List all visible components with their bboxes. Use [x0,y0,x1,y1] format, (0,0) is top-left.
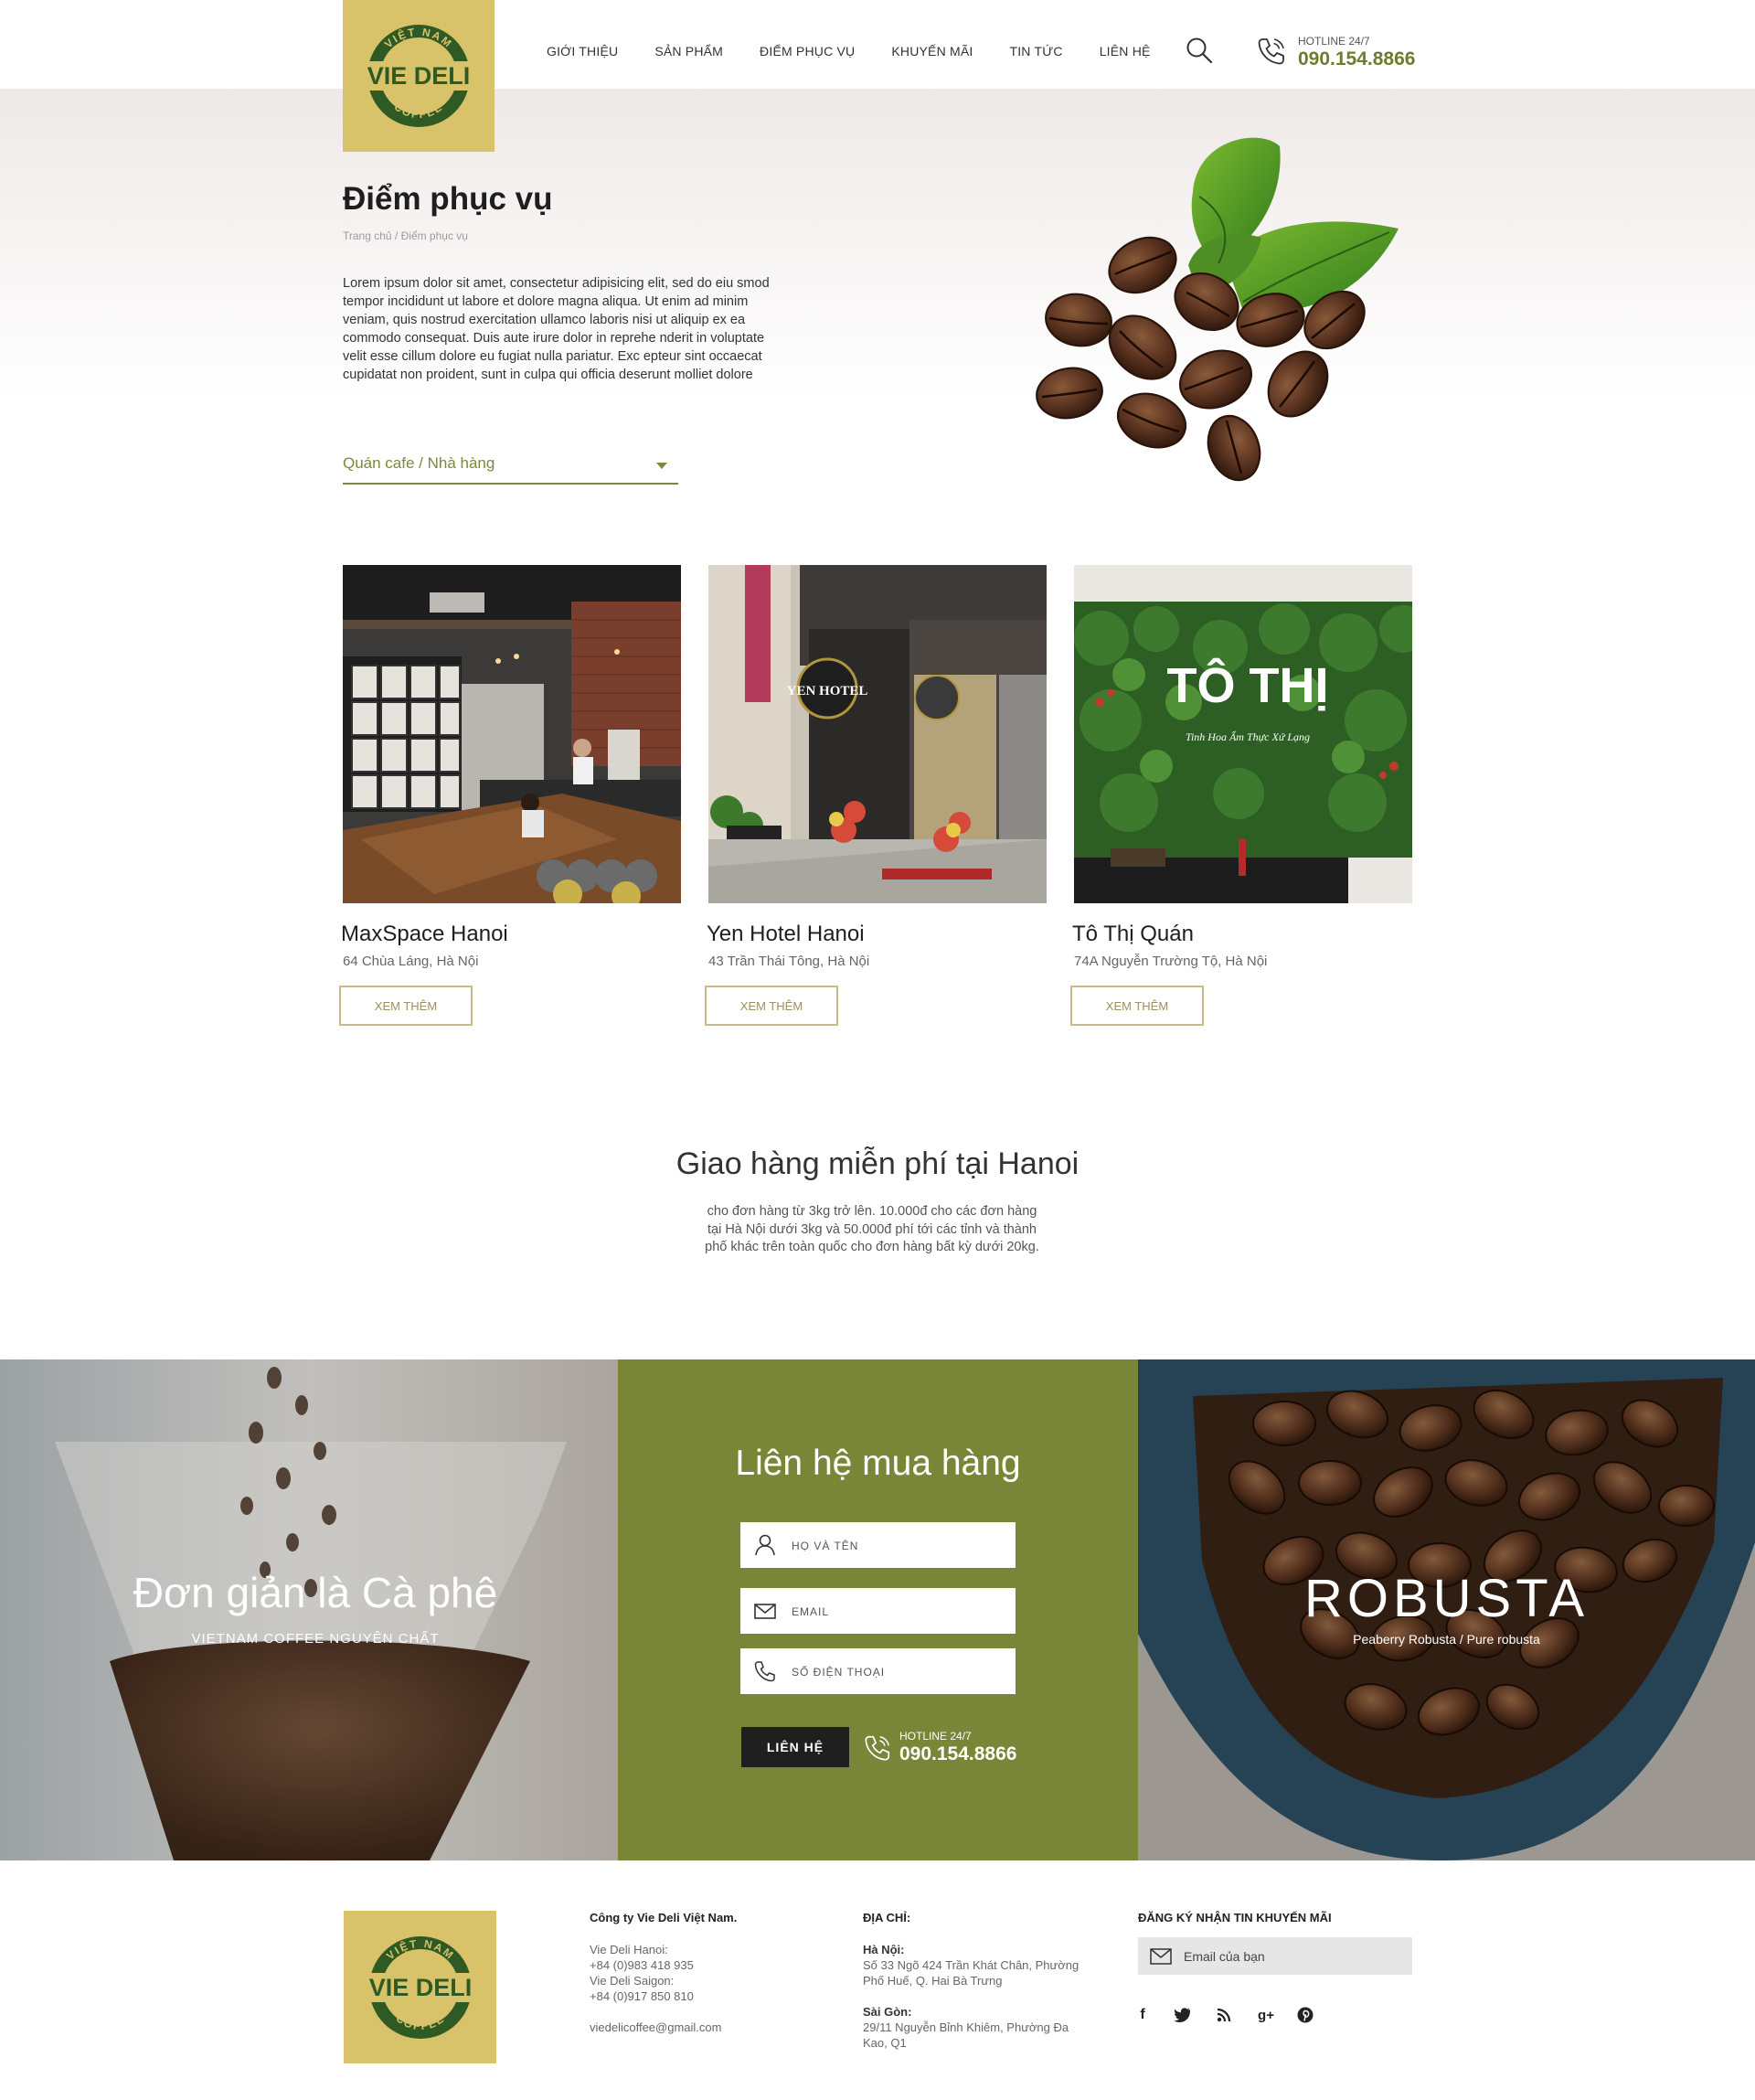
email-field[interactable]: EMAIL [740,1588,1016,1634]
hotline-label: HOTLINE 24/7 [1298,35,1370,48]
see-more-button[interactable]: XEM THÊM [705,986,838,1026]
delivery-title: Giao hàng miễn phí tại Hanoi [675,1146,1080,1181]
location-card: YEN HOTEL Yen Hotel Hanoi 43 Trần Thái T… [705,565,1047,1026]
footer-hanoi-label: Vie Deli Hanoi: [590,1943,668,1956]
svg-text:YEN HOTEL: YEN HOTEL [787,684,868,698]
location-card: TÔ THỊ Tinh Hoa Ẩm Thực Xứ Lạng Tô Thị Q… [1070,565,1412,1026]
contact-form-panel: Liên hệ mua hàng HỌ VÀ TÊN EMAIL SỐ ĐIỆN… [618,1359,1138,1860]
footer-sg-heading: Sài Gòn: [863,2005,912,2019]
rss-icon[interactable] [1213,2004,1235,2026]
breadcrumb[interactable]: Trang chủ / Điểm phục vụ [343,229,468,242]
footer-company: Công ty Vie Deli Việt Nam. Vie Deli Hano… [590,1910,809,2035]
footer-saigon-phone[interactable]: +84 (0)917 850 810 [590,1988,809,2004]
google-plus-icon[interactable]: g+ [1255,2004,1277,2026]
site-header: GIỚI THIỆU SẢN PHẨM ĐIỂM PHỤC VỤ KHUYẾN … [0,0,1755,90]
location-address: 74A Nguyễn Trường Tộ, Hà Nội [1074,954,1268,969]
newsletter-heading: ĐĂNG KÝ NHẬN TIN KHUYẾN MÃI [1138,1911,1332,1924]
nav-gioi-thieu[interactable]: GIỚI THIỆU [547,44,618,59]
nav-lien-he[interactable]: LIÊN HỆ [1100,44,1151,59]
category-select[interactable]: Quán cafe / Nhà hàng [343,452,678,485]
svg-text:Tinh Hoa Ẩm Thực Xứ Lạng: Tinh Hoa Ẩm Thực Xứ Lạng [1186,730,1310,743]
see-more-button[interactable]: XEM THÊM [339,986,473,1026]
promo-band: Đơn giản là Cà phê VIETNAM COFFEE NGUYÊN… [0,1359,1755,1860]
category-select-value: Quán cafe / Nhà hàng [343,454,495,472]
page-title: Điểm phục vụ [343,181,553,217]
footer-company-name: Công ty Vie Deli Việt Nam. [590,1911,738,1924]
footer-hn-heading: Hà Nội: [863,1943,905,1956]
logo-emblem-icon: VIỆT NAM COFFEE VIE DELI [361,1935,479,2039]
svg-text:TÔ THỊ: TÔ THỊ [1167,657,1329,713]
hotline-number[interactable]: 090.154.8866 [1298,48,1415,70]
envelope-icon [754,1604,776,1619]
envelope-icon [1150,1948,1172,1965]
footer-email[interactable]: viedelicoffee@gmail.com [590,2020,809,2035]
footer-address-heading: ĐỊA CHỈ: [863,1911,911,1924]
hero-section [0,90,1755,400]
main-nav: GIỚI THIỆU SẢN PHẨM ĐIỂM PHỤC VỤ KHUYẾN … [547,44,1187,59]
location-name[interactable]: MaxSpace Hanoi [341,922,508,947]
location-card: MaxSpace Hanoi 64 Chùa Láng, Hà Nội XEM … [339,565,681,1026]
location-address: 43 Trần Thái Tông, Hà Nội [708,954,870,969]
phone-field-placeholder: SỐ ĐIỆN THOẠI [792,1666,886,1679]
contact-form-title: Liên hệ mua hàng [735,1444,1021,1483]
nav-diem-phuc-vu[interactable]: ĐIỂM PHỤC VỤ [760,44,855,59]
phone-icon [754,1661,775,1682]
phone-field[interactable]: SỐ ĐIỆN THOẠI [740,1648,1016,1694]
footer-saigon-label: Vie Deli Saigon: [590,1974,675,1988]
name-field-placeholder: HỌ VÀ TÊN [792,1540,859,1552]
location-name[interactable]: Yen Hotel Hanoi [707,922,865,947]
phone-icon [865,1735,890,1761]
svg-text:VIE DELI: VIE DELI [367,62,471,90]
location-name[interactable]: Tô Thị Quán [1072,922,1194,947]
location-address: 64 Chùa Láng, Hà Nội [343,954,479,969]
simple-coffee-title: Đơn giản là Cà phê [133,1569,498,1616]
footer-hanoi-phone[interactable]: +84 (0)983 418 935 [590,1957,809,1973]
footer-address: ĐỊA CHỈ: Hà Nội: Số 33 Ngõ 424 Trần Khát… [863,1910,1082,2051]
footer-logo[interactable]: VIỆT NAM COFFEE VIE DELI [344,1911,496,2063]
robusta-panel: ROBUSTA Peaberry Robusta / Pure robusta [1138,1359,1755,1860]
newsletter-field[interactable] [1138,1937,1412,1975]
nav-tin-tuc[interactable]: TIN TỨC [1009,44,1062,59]
twitter-icon[interactable] [1172,2004,1194,2026]
coffee-grinder-panel: Đơn giản là Cà phê VIETNAM COFFEE NGUYÊN… [0,1359,618,1860]
logo-emblem-icon: VIỆT NAM COFFEE VIE DELI [360,25,477,127]
see-more-button[interactable]: XEM THÊM [1070,986,1204,1026]
band-hotline-number[interactable]: 090.154.8866 [899,1743,1016,1765]
nav-khuyen-mai[interactable]: KHUYẾN MÃI [891,44,973,59]
user-icon [755,1534,775,1556]
footer-hn-address: Số 33 Ngõ 424 Trần Khát Chân, Phường Phố… [863,1958,1080,1988]
site-logo[interactable]: VIỆT NAM COFFEE VIE DELI [343,0,495,152]
location-photo-to-thi[interactable]: TÔ THỊ Tinh Hoa Ẩm Thực Xứ Lạng [1074,565,1412,903]
contact-submit-button[interactable]: LIÊN HỆ [741,1727,849,1767]
robusta-subtitle: Peaberry Robusta / Pure robusta [1353,1632,1540,1647]
location-photo-yen-hotel[interactable]: YEN HOTEL [708,565,1047,903]
name-field[interactable]: HỌ VÀ TÊN [740,1522,1016,1568]
band-hotline-label: HOTLINE 24/7 [899,1730,972,1743]
simple-coffee-subtitle: VIETNAM COFFEE NGUYÊN CHẤT [191,1631,440,1647]
email-field-placeholder: EMAIL [792,1605,830,1618]
intro-text: Lorem ipsum dolor sit amet, consectetur … [343,276,770,382]
search-icon[interactable] [1186,37,1213,64]
robusta-title: ROBUSTA [1303,1569,1590,1628]
facebook-icon[interactable]: f [1132,2004,1154,2026]
newsletter-email-input[interactable] [1184,1937,1403,1975]
phone-icon [1258,38,1284,65]
location-photo-maxspace[interactable] [343,565,681,903]
footer-sg-address: 29/11 Nguyễn Bỉnh Khiêm, Phường Đa Kao, … [863,2020,1069,2050]
pinterest-icon[interactable] [1294,2004,1316,2026]
coffee-beans-image [1036,137,1399,482]
svg-text:VIE DELI: VIE DELI [368,1974,472,2001]
nav-san-pham[interactable]: SẢN PHẨM [654,44,723,59]
chevron-down-icon [656,463,667,469]
delivery-text: cho đơn hàng từ 3kg trở lên. 10.000đ cho… [705,1204,1039,1254]
